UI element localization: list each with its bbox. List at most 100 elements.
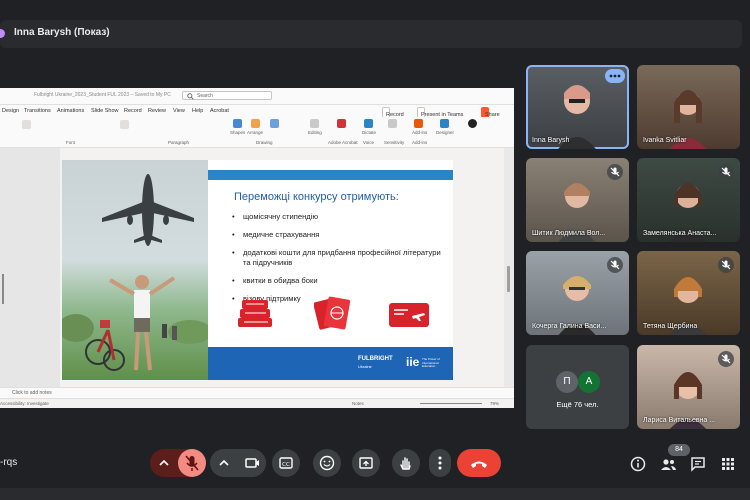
ppt-search-field[interactable]: Search	[182, 91, 272, 100]
participant-tile-zamelianska[interactable]: Замелянська Анаста...	[637, 158, 740, 242]
mic-off-icon	[610, 167, 620, 177]
add-ins-icon[interactable]	[414, 119, 423, 128]
reactions-button[interactable]	[313, 449, 341, 477]
more-options-button[interactable]	[429, 449, 451, 477]
present-screen-icon	[359, 457, 373, 469]
ribbon-group-add-ins: Add-ins	[412, 140, 428, 145]
ribbon-item-arrange: Arrange	[247, 130, 264, 135]
shared-screen-powerpoint: Fulbright Ukraine_2023_Student FUL 2023 …	[0, 88, 514, 408]
status-accessibility[interactable]: Accessibility: Investigate	[0, 401, 49, 406]
more-options-button[interactable]	[605, 69, 625, 83]
mic-toggle-button[interactable]	[178, 449, 206, 477]
remarkable-icon[interactable]	[468, 119, 477, 128]
ticket-icon	[389, 303, 429, 327]
iie-logo: iie	[406, 355, 420, 369]
zoom-level[interactable]: 79%	[490, 401, 499, 406]
info-icon[interactable]	[629, 455, 647, 473]
more-participants-tile[interactable]: П А Ещё 76 чел.	[526, 345, 629, 429]
participant-tile-ivanka[interactable]: Ivanka Svitliar	[637, 65, 740, 149]
create-pdf-icon[interactable]	[337, 119, 346, 128]
ribbon-item-editing: Editing	[308, 130, 322, 135]
menu-slide-show[interactable]: Slide Show	[91, 108, 119, 114]
participant-tile-shytyk[interactable]: Шитик Людмила Вол...	[526, 158, 629, 242]
quick-styles-icon[interactable]	[270, 119, 279, 128]
menu-review[interactable]: Review	[148, 108, 166, 114]
ribbon-group-sensitivity: Sensitivity	[384, 140, 405, 145]
ribbon-item-designer: Designer	[436, 130, 455, 135]
paragraph-icon[interactable]	[120, 120, 129, 129]
participant-tile-shcherbyna[interactable]: Тетяна Щербина	[637, 251, 740, 335]
zoom-slider[interactable]	[420, 403, 482, 404]
muted-badge	[718, 351, 734, 367]
activities-icon[interactable]	[719, 455, 737, 473]
participant-tile-larysa[interactable]: Лариса Витальевна ...	[637, 345, 740, 429]
participant-avatar: П	[556, 371, 578, 393]
chat-icon[interactable]	[689, 455, 707, 473]
bullet-item: квитки в обидва боки	[232, 276, 447, 286]
menu-record[interactable]: Record	[124, 108, 142, 114]
books-icon	[238, 300, 272, 327]
muted-badge	[607, 257, 623, 273]
status-notes-button[interactable]: Notes	[352, 401, 364, 406]
menu-help[interactable]: Help	[192, 108, 203, 114]
mic-off-icon	[721, 167, 731, 177]
font-box-icon[interactable]	[22, 120, 31, 129]
ribbon-item-shapes: Shapes	[230, 130, 246, 135]
ribbon-group-paragraph: Paragraph	[168, 140, 190, 145]
slide-top-band	[208, 170, 453, 180]
slide-photo	[62, 160, 208, 380]
more-dots-icon	[609, 74, 621, 78]
participant-name: Лариса Витальевна ...	[643, 417, 716, 424]
shapes-icon[interactable]	[233, 119, 242, 128]
designer-icon[interactable]	[440, 119, 449, 128]
fulbright-logo-sub: Ukraine	[358, 364, 372, 369]
arrange-icon[interactable]	[251, 119, 260, 128]
bullet-item: щомісячну стипендію	[232, 212, 447, 222]
muted-badge	[718, 164, 734, 180]
closed-captions-icon: CC	[279, 457, 293, 469]
menu-animations[interactable]: Animations	[57, 108, 84, 114]
slide-thumbnail-pane[interactable]	[0, 148, 60, 390]
ppt-menu-bar: Design Transitions Animations Slide Show…	[0, 105, 514, 118]
slide-scrollbar[interactable]	[504, 148, 514, 388]
sensitivity-icon[interactable]	[388, 119, 397, 128]
fulbright-logo: FULBRIGHT Ukraine	[358, 356, 393, 370]
menu-design[interactable]: Design	[2, 108, 19, 114]
dictate-icon[interactable]	[364, 119, 373, 128]
ribbon-group-voice: Voice	[363, 140, 375, 145]
participant-name: Inna Barysh	[532, 137, 570, 144]
thumbnail-scrollbar[interactable]	[2, 274, 4, 304]
editing-icon[interactable]	[310, 119, 319, 128]
menu-acrobat[interactable]: Acrobat	[210, 108, 229, 114]
people-icon[interactable]	[659, 455, 677, 473]
fulbright-logo-text: FULBRIGHT	[358, 356, 393, 362]
present-now-button[interactable]	[352, 449, 380, 477]
svg-text:CC: CC	[282, 462, 290, 468]
passport-icon	[314, 296, 351, 330]
slide[interactable]: Переможці конкурсу отримують: щомісячну …	[62, 160, 453, 380]
mic-off-icon	[185, 455, 199, 471]
airplane-photo-illustration	[62, 174, 208, 371]
menu-view[interactable]: View	[173, 108, 185, 114]
raise-hand-button[interactable]	[392, 449, 420, 477]
mic-off-icon	[721, 354, 731, 364]
participant-name: Ivanka Svitliar	[643, 137, 687, 144]
ppt-search-placeholder: Search	[197, 93, 213, 99]
chevron-up-icon[interactable]	[150, 449, 178, 477]
ribbon-item-dictate: Dictate	[362, 130, 377, 135]
ribbon-group-drawing: Drawing	[256, 140, 273, 145]
captions-button[interactable]: CC	[272, 449, 300, 477]
ppt-status-bar: Accessibility: Investigate Notes 79%	[0, 398, 514, 408]
menu-transitions[interactable]: Transitions	[24, 108, 51, 114]
participant-tile-kocherga[interactable]: Кочерга Галина Васи...	[526, 251, 629, 335]
meeting-code: -rqs	[0, 457, 18, 468]
slide-scroll-thumb[interactable]	[507, 266, 510, 292]
emoji-icon	[319, 455, 335, 471]
videocam-icon	[245, 458, 259, 468]
chevron-up-icon[interactable]	[210, 449, 238, 477]
participant-tile-inna[interactable]: Inna Barysh	[526, 65, 629, 149]
call-end-icon	[471, 461, 487, 468]
camera-toggle-button[interactable]	[238, 449, 266, 477]
leave-call-button[interactable]	[457, 449, 501, 477]
presenter-indicator	[0, 29, 5, 38]
